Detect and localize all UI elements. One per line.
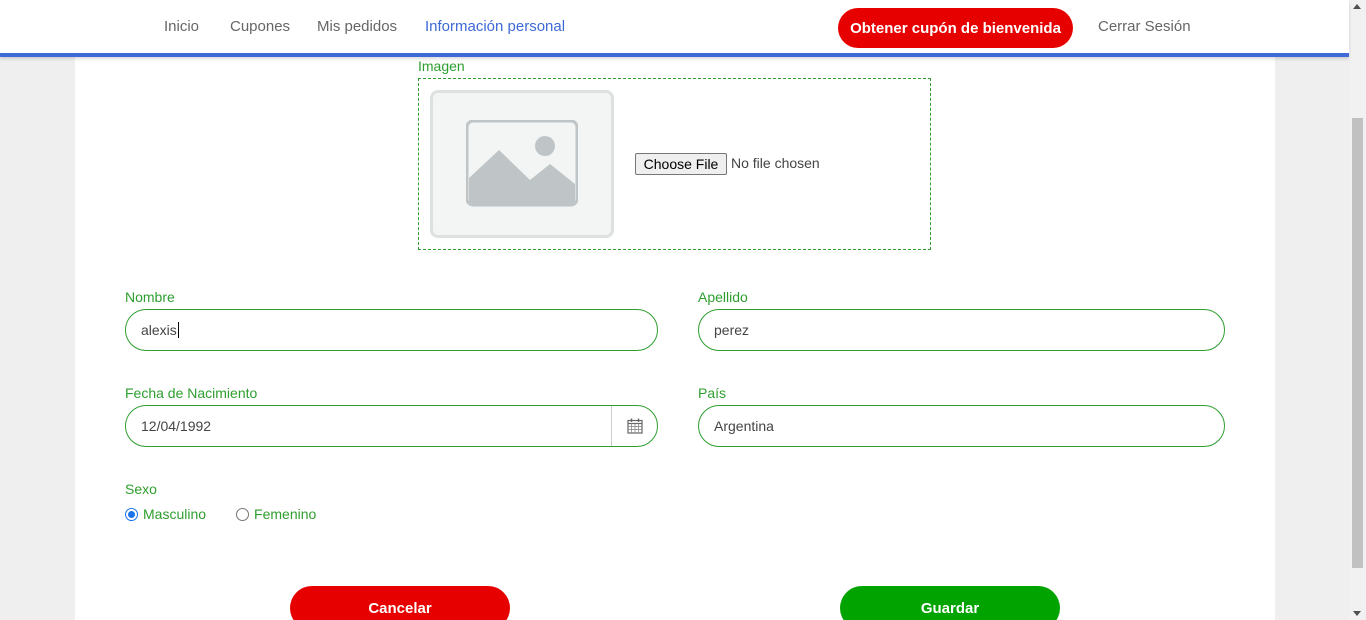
radio-femenino-label[interactable]: Femenino [254,506,316,522]
image-label: Imagen [418,58,465,74]
top-navbar: Inicio Cupones Mis pedidos Información p… [0,0,1349,57]
apellido-label: Apellido [698,289,748,305]
fecha-nacimiento-input[interactable]: 12/04/1992 [125,405,658,447]
image-placeholder-icon [466,120,578,207]
fecha-value: 12/04/1992 [141,418,212,434]
nombre-input[interactable]: alexis [125,309,658,351]
save-button[interactable]: Guardar [840,586,1060,620]
nav-link-mis-pedidos[interactable]: Mis pedidos [317,18,397,35]
welcome-coupon-button[interactable]: Obtener cupón de bienvenida [838,8,1073,48]
apellido-value: perez [714,322,750,338]
fecha-label: Fecha de Nacimiento [125,385,258,401]
sexo-label: Sexo [125,481,157,497]
nombre-value: alexis [141,322,177,338]
pais-label: País [698,385,727,401]
image-upload-area: Choose File No file chosen [418,78,931,250]
scrollbar-thumb[interactable] [1352,118,1363,568]
radio-masculino[interactable] [125,507,138,521]
pais-input[interactable]: Argentina [698,405,1225,447]
nav-link-cupones[interactable]: Cupones [230,18,290,35]
scroll-up-arrow-icon[interactable] [1353,4,1361,9]
calendar-icon[interactable] [627,418,643,434]
logout-link[interactable]: Cerrar Sesión [1098,18,1191,35]
apellido-input[interactable]: perez [698,309,1225,351]
calendar-divider [611,406,612,446]
pais-value: Argentina [714,418,774,434]
nav-link-inicio[interactable]: Inicio [164,18,199,35]
cancel-button[interactable]: Cancelar [290,586,510,620]
radio-femenino[interactable] [236,507,250,521]
radio-masculino-label[interactable]: Masculino [143,506,206,522]
choose-file-button[interactable]: Choose File [635,153,727,175]
page-scrollbar[interactable] [1349,0,1366,620]
text-caret [177,322,179,338]
nav-link-informacion-personal[interactable]: Información personal [425,18,565,35]
image-preview [430,90,614,238]
sexo-radio-group: Masculino Femenino [125,506,316,522]
scroll-down-arrow-icon[interactable] [1353,611,1361,616]
nombre-label: Nombre [125,289,175,305]
file-status-text: No file chosen [731,155,820,171]
